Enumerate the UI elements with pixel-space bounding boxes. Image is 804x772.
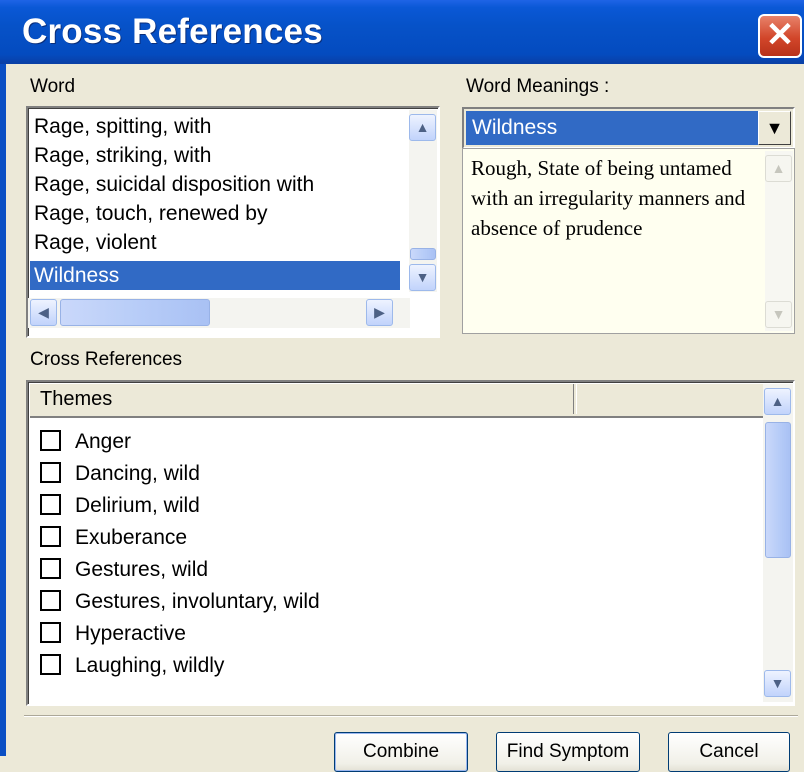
list-item-label: Gestures, involuntary, wild xyxy=(75,590,320,613)
list-item-label: Gestures, wild xyxy=(75,558,209,581)
up-arrow-icon: ▲ xyxy=(771,160,786,176)
list-item[interactable]: Rage, touch, renewed by xyxy=(30,199,400,228)
cross-references-scrollbar[interactable]: ▲ ▼ xyxy=(763,384,793,702)
scroll-thumb[interactable] xyxy=(410,248,436,260)
down-arrow-icon: ▼ xyxy=(415,269,430,285)
scroll-left-button[interactable]: ◀ xyxy=(30,299,57,326)
left-arrow-icon: ◀ xyxy=(38,304,49,320)
scroll-up-button[interactable]: ▲ xyxy=(409,114,436,141)
checkbox[interactable] xyxy=(40,493,61,515)
list-item[interactable]: Rage, suicidal disposition with xyxy=(30,170,400,199)
up-arrow-icon: ▲ xyxy=(770,393,785,409)
checkbox[interactable] xyxy=(40,461,61,483)
list-item-label: Anger xyxy=(75,430,132,453)
scroll-down-button[interactable]: ▼ xyxy=(409,264,436,291)
cancel-button[interactable]: Cancel xyxy=(668,732,790,772)
checkbox[interactable] xyxy=(40,589,61,611)
word-list-horizontal-scrollbar[interactable]: ◀ ▶ xyxy=(28,298,410,328)
list-header: Themes xyxy=(30,384,765,418)
list-item[interactable]: Rage, striking, with xyxy=(30,141,400,170)
close-icon: ✕ xyxy=(765,16,795,54)
checkbox[interactable] xyxy=(40,557,61,579)
scroll-thumb[interactable] xyxy=(765,422,791,558)
list-item[interactable]: Hyperactive xyxy=(40,618,186,650)
list-item[interactable]: Gestures, involuntary, wild xyxy=(40,586,320,618)
list-item[interactable]: Gestures, wild xyxy=(40,554,208,586)
window-border xyxy=(0,64,6,756)
list-item[interactable]: Anger xyxy=(40,426,131,458)
list-item[interactable]: Rage, violent xyxy=(30,228,400,257)
down-arrow-icon: ▼ xyxy=(771,306,786,322)
cross-references-dialog: Cross References ✕ Word Rage, spitting, … xyxy=(0,0,804,772)
down-arrow-icon: ▼ xyxy=(770,675,785,691)
combo-dropdown-button[interactable]: ▼ xyxy=(758,111,791,145)
list-item-label: Dancing, wild xyxy=(75,462,200,485)
dropdown-arrow-icon: ▼ xyxy=(765,118,784,138)
title-bar[interactable]: Cross References ✕ xyxy=(0,0,804,64)
checkbox[interactable] xyxy=(40,429,61,451)
word-list-vertical-scrollbar[interactable]: ▲ ▼ xyxy=(409,110,437,292)
column-header-empty[interactable] xyxy=(576,384,765,414)
list-item-label: Exuberance xyxy=(75,526,188,549)
scroll-up-button[interactable]: ▲ xyxy=(764,388,791,415)
close-button[interactable]: ✕ xyxy=(758,14,802,58)
checkbox[interactable] xyxy=(40,621,61,643)
definition-scrollbar[interactable]: ▲ ▼ xyxy=(765,151,793,331)
scroll-down-button[interactable]: ▼ xyxy=(764,670,791,697)
cross-references-list[interactable]: Themes Anger Dancing, wild Delirium, wil… xyxy=(26,380,795,706)
find-symptom-button[interactable]: Find Symptom xyxy=(496,732,640,772)
scroll-down-button[interactable]: ▼ xyxy=(765,301,792,328)
scroll-right-button[interactable]: ▶ xyxy=(366,299,393,326)
list-item-selected[interactable]: Wildness xyxy=(30,261,400,290)
checkbox[interactable] xyxy=(40,653,61,675)
list-item[interactable]: Exuberance xyxy=(40,522,187,554)
scroll-up-button[interactable]: ▲ xyxy=(765,155,792,182)
word-definition-box[interactable]: Rough, State of being untamed with an ir… xyxy=(462,148,795,334)
list-item[interactable]: Rage, spitting, with xyxy=(30,112,400,141)
list-item[interactable]: Laughing, wildly xyxy=(40,650,224,682)
combine-button[interactable]: Combine xyxy=(334,732,468,772)
list-item[interactable]: Dancing, wild xyxy=(40,458,200,490)
word-label: Word xyxy=(30,76,76,97)
list-item-label: Hyperactive xyxy=(75,622,186,645)
cross-references-label: Cross References xyxy=(30,349,183,370)
list-item-label: Delirium, wild xyxy=(75,494,200,517)
word-definition-text: Rough, State of being untamed with an ir… xyxy=(471,156,746,240)
column-header-themes[interactable]: Themes xyxy=(30,384,574,414)
up-arrow-icon: ▲ xyxy=(415,119,430,135)
list-item-label: Laughing, wildly xyxy=(75,654,225,677)
word-list[interactable]: Rage, spitting, with Rage, striking, wit… xyxy=(26,106,440,338)
word-meanings-combo-value[interactable]: Wildness xyxy=(466,111,758,145)
scroll-thumb[interactable] xyxy=(60,299,210,326)
separator xyxy=(24,715,798,717)
list-item[interactable]: Delirium, wild xyxy=(40,490,200,522)
window-title: Cross References xyxy=(22,12,323,51)
right-arrow-icon: ▶ xyxy=(374,304,385,320)
word-meanings-label: Word Meanings : xyxy=(466,76,610,97)
checkbox[interactable] xyxy=(40,525,61,547)
